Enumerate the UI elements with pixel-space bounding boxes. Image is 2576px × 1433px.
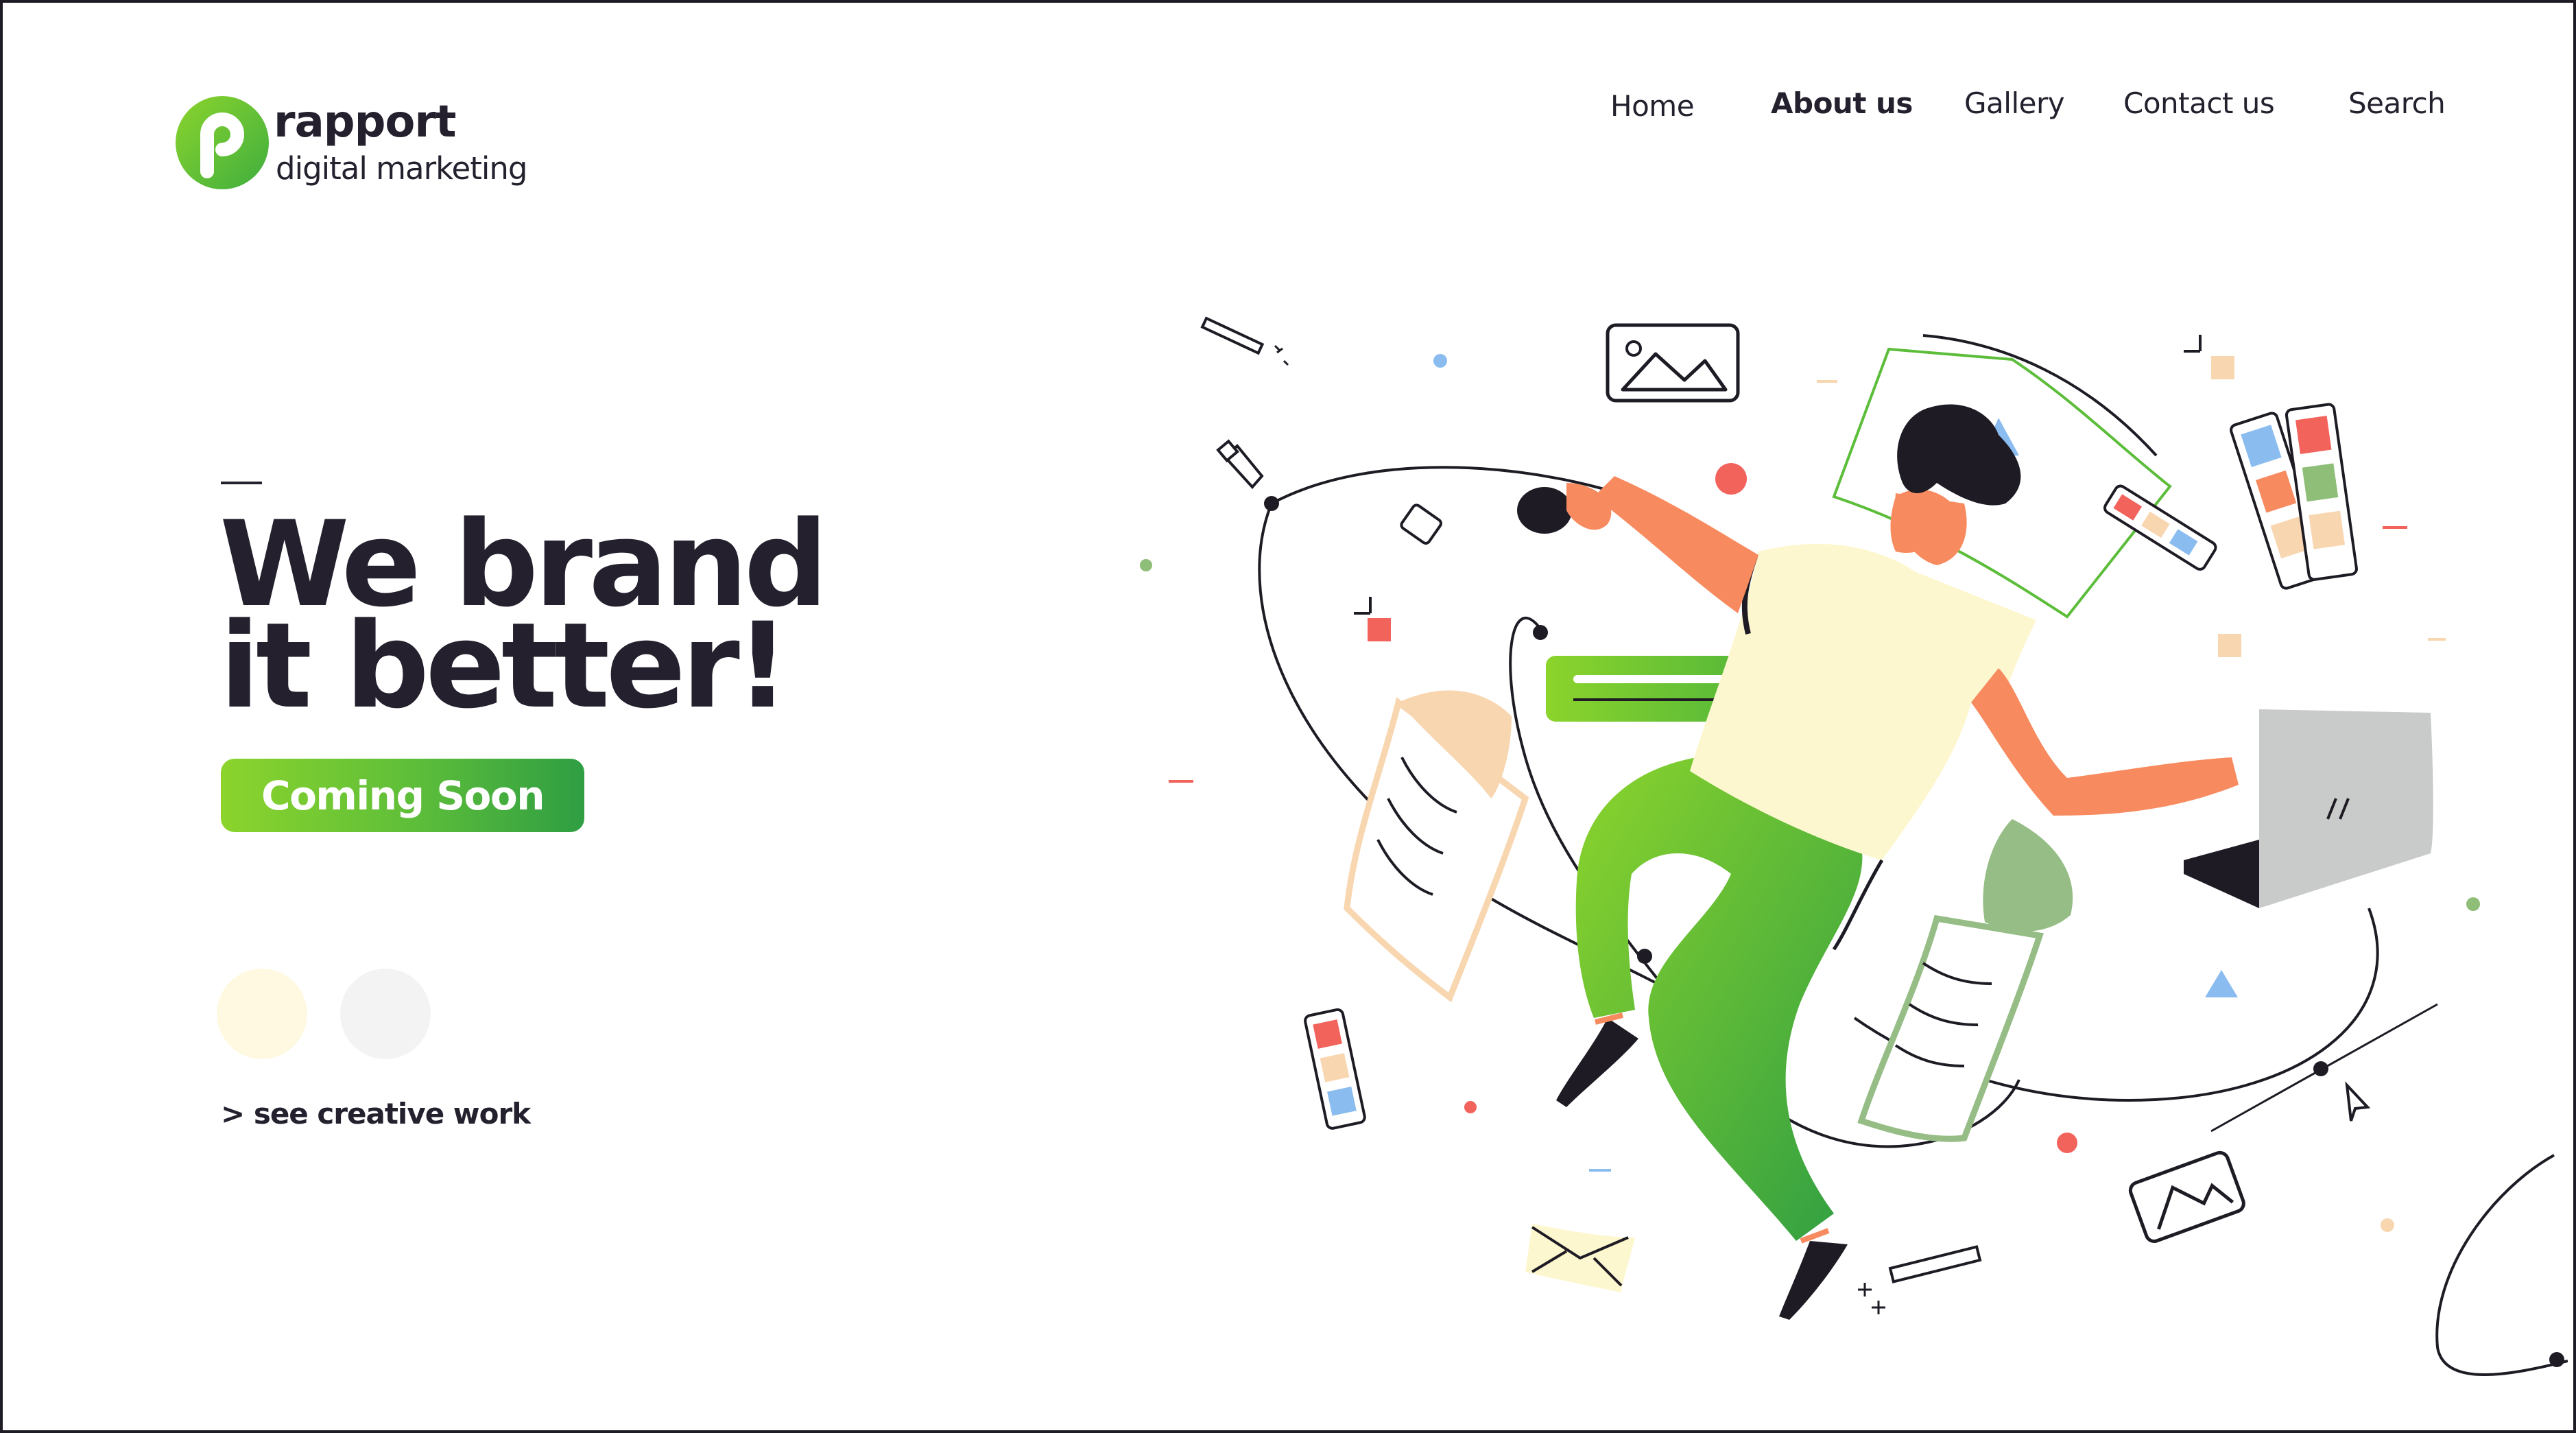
nav-item-home[interactable]: Home xyxy=(1610,82,1695,130)
brand-name: rapport xyxy=(274,97,456,147)
person-figure xyxy=(1517,404,2239,1320)
cursor-icon xyxy=(2345,1081,2371,1122)
slider-dot-2[interactable] xyxy=(340,969,431,1059)
eraser-icon xyxy=(1400,504,1442,545)
nav-item-about-us[interactable]: About us xyxy=(1771,80,1913,128)
image-icon xyxy=(1606,323,1740,403)
slider-dot-1[interactable] xyxy=(217,969,307,1059)
see-creative-work-link[interactable]: > see creative work xyxy=(221,1093,531,1135)
nav-item-search[interactable]: Search xyxy=(2348,80,2446,128)
laptop-icon xyxy=(2184,709,2433,908)
brand-logo[interactable]: rapport digital marketing xyxy=(174,95,531,198)
brand-tagline: digital marketing xyxy=(276,150,527,187)
hero-headline: We brand it better! xyxy=(219,506,974,725)
page-frame: rapport digital marketing Home About us … xyxy=(0,0,2576,1433)
nav-item-gallery[interactable]: Gallery xyxy=(1964,80,2065,128)
headline-dash xyxy=(221,482,262,484)
pencil-icon xyxy=(1200,316,1289,366)
pen-tool-icon xyxy=(1216,439,1264,490)
top-nav: Home About us Gallery Contact us Search xyxy=(1580,80,2458,128)
document-icon-2 xyxy=(1857,819,2073,1142)
envelope-icon xyxy=(1525,1224,1635,1292)
headline-line-2: it better! xyxy=(219,597,789,735)
hero-illustration xyxy=(1140,316,2568,1376)
nav-item-contact-us[interactable]: Contact us xyxy=(2123,80,2275,128)
ruler-icon xyxy=(1858,1245,1982,1314)
photo-card-icon xyxy=(2128,1150,2245,1243)
document-icon xyxy=(1344,690,1529,1003)
coming-soon-button[interactable]: Coming Soon xyxy=(221,759,584,832)
rapport-logo-icon xyxy=(176,96,269,189)
